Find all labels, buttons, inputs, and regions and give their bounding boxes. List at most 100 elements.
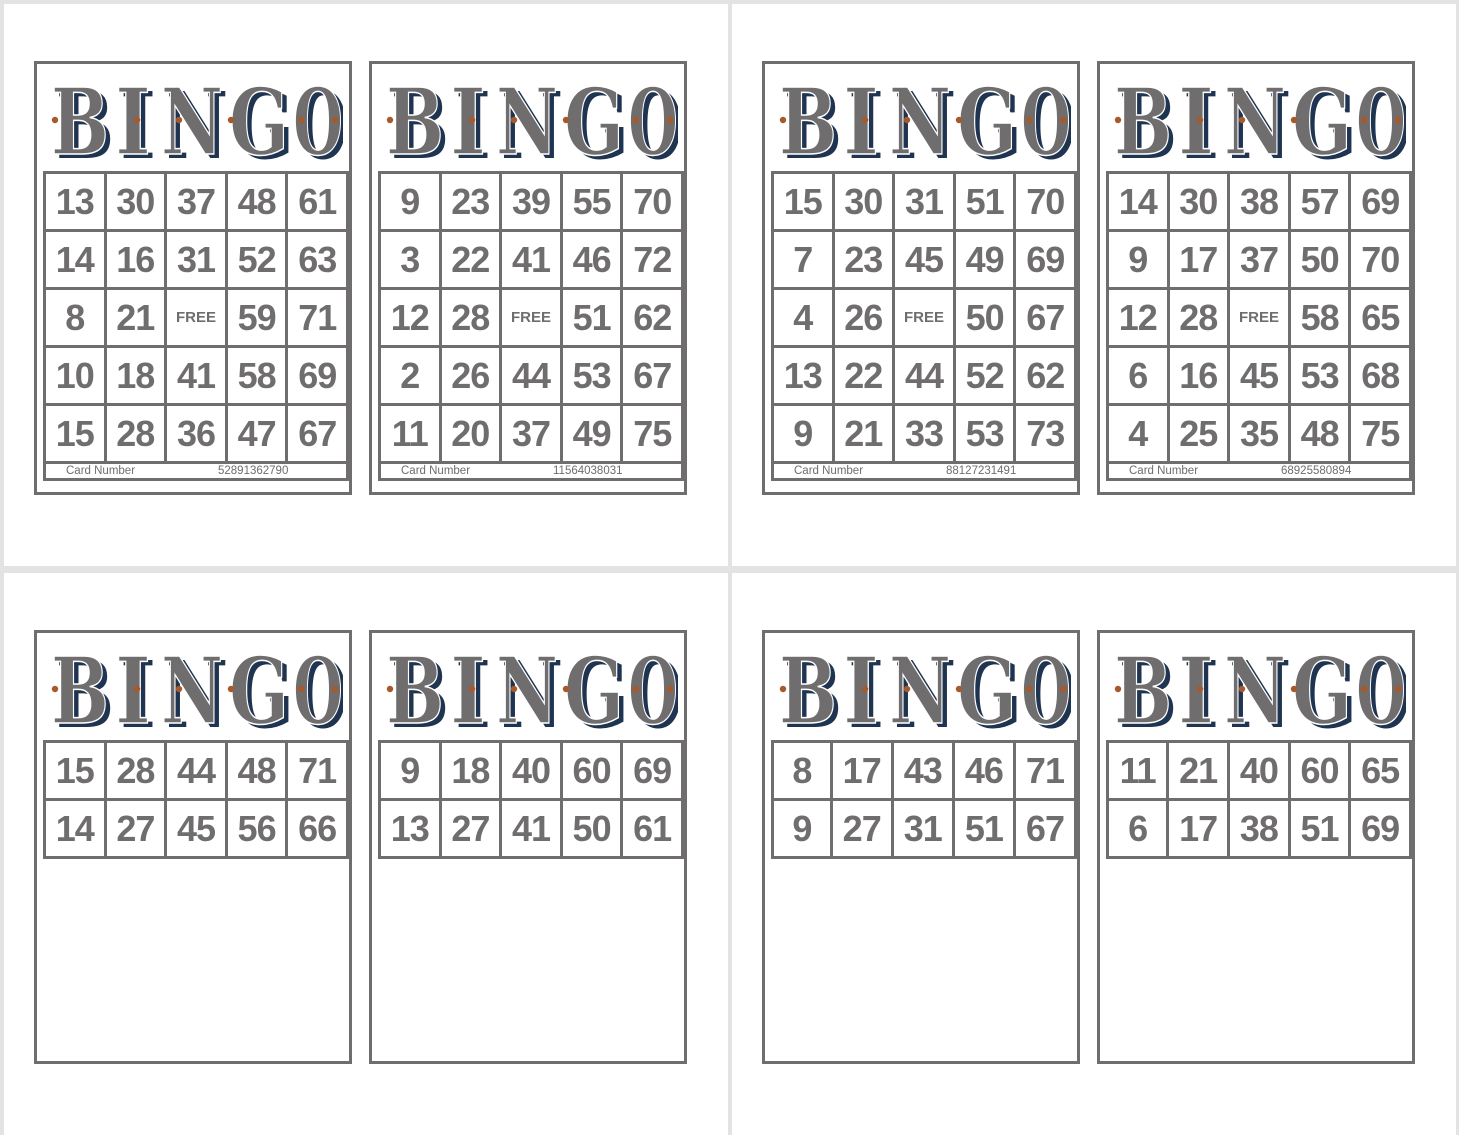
number-cell: 48 [1287,403,1352,464]
number-cell: 21 [831,403,896,464]
number-cell: 31 [890,798,955,859]
number-cell: 47 [224,403,289,464]
number-cell: 13 [771,345,835,406]
number-cell: 61 [285,171,349,232]
decor-dot-icon [632,116,640,124]
grid-row: 2 26 44 53 67 [378,345,684,406]
bingo-title: BBIINNGGOO [771,72,1071,172]
decor-dot-icon [133,685,141,693]
bingo-grid: 8 17 43 46 71 9 27 31 51 67 [771,740,1078,1066]
decor-dot-icon [1290,685,1298,693]
number-cell: 4 [1106,403,1170,464]
number-cell: 6 [1105,798,1170,859]
number-cell: 44 [164,740,228,801]
bingo-letter: N [496,72,558,172]
decor-dot-icon [1059,116,1067,124]
bingo-grid: 9 18 40 60 69 13 27 41 50 61 [378,740,684,1066]
decor-dot-icon [562,116,570,124]
number-cell: 69 [1013,229,1077,290]
number-cell: 8 [771,740,833,801]
number-cell: 51 [1287,798,1352,859]
bingo-letter: G [229,641,289,741]
decor-dot-icon [1394,685,1402,693]
number-cell: 35 [1227,403,1291,464]
number-cell: 9 [771,798,833,859]
number-cell: 50 [1287,229,1352,290]
number-cell: 44 [499,345,563,406]
number-cell: 21 [1166,740,1231,801]
card-number-value: 88127231491 [946,465,1017,477]
number-cell: 39 [499,171,563,232]
free-space: FREE [164,287,228,348]
page: BBIINNGGOO13303748611416315263821FREE597… [4,4,728,566]
decor-dot-icon [861,685,869,693]
number-cell: 16 [103,229,168,290]
decor-dot-icon [51,685,59,693]
number-cell: 22 [438,229,503,290]
number-cell: 40 [1227,740,1291,801]
number-cell: 60 [1287,740,1352,801]
number-cell: 75 [620,403,684,464]
grid-row: 11 20 37 49 75 [378,403,684,464]
number-cell: 28 [438,287,503,348]
number-cell: 17 [1166,229,1231,290]
number-cell: 44 [892,345,956,406]
grid-row: 14 16 31 52 63 [43,229,349,290]
grid-row: 6 16 45 53 68 [1106,345,1412,406]
number-cell: 41 [499,798,563,859]
bingo-letter: I [843,641,879,741]
bingo-letter: I [450,72,486,172]
number-cell: 58 [1287,287,1352,348]
decor-dot-icon [1360,685,1368,693]
card-footer-cell: Card Number 52891362790 [43,461,349,481]
page: BBIINNGGOO15284448711427455666BBIINNGGOO… [4,573,728,1135]
number-cell: 40 [499,740,563,801]
decor-dot-icon [51,116,59,124]
number-cell: 16 [1166,345,1231,406]
decor-dot-icon [1290,116,1298,124]
number-cell: 62 [1013,345,1077,406]
number-cell: 21 [103,287,168,348]
number-cell: 66 [285,798,349,859]
number-cell: 69 [285,345,349,406]
number-cell: 49 [559,403,624,464]
decor-dot-icon [1238,685,1246,693]
decor-dot-icon [175,685,183,693]
bingo-letter: N [496,641,558,741]
bingo-title: BBIINNGGOO [43,641,343,741]
number-cell: 15 [771,171,835,232]
decor-dot-icon [1238,116,1246,124]
decor-dot-icon [1360,116,1368,124]
number-cell: 11 [378,403,442,464]
card-number-value: 68925580894 [1281,465,1352,477]
free-space: FREE [892,287,956,348]
decor-dot-icon [386,116,394,124]
number-cell: 22 [831,345,896,406]
number-cell: 69 [620,740,684,801]
bingo-letter: N [161,72,223,172]
number-cell: 11 [1105,740,1170,801]
grid-row: 14 27 45 56 66 [43,798,349,859]
card-number-label: Card Number [1129,465,1199,477]
number-cell: 67 [1013,287,1077,348]
bingo-card: BBIINNGGOO1121406065617385169 [1097,630,1415,1064]
card-number-label: Card Number [401,465,471,477]
bingo-letter: B [51,641,109,741]
bingo-title: BBIINNGGOO [771,641,1071,741]
number-cell: 51 [559,287,624,348]
decor-dot-icon [1394,116,1402,124]
number-cell: 31 [164,229,228,290]
decor-dot-icon [861,116,869,124]
card-footer-cell: Card Number 88127231491 [771,461,1077,481]
bingo-letter: G [1292,72,1352,172]
bingo-letter: B [779,72,837,172]
decor-dot-icon [779,116,787,124]
decor-dot-icon [468,116,476,124]
number-cell: 70 [620,171,684,232]
number-cell: 12 [1106,287,1170,348]
decor-dot-icon [468,685,476,693]
number-cell: 18 [438,740,503,801]
bingo-letter: I [115,72,151,172]
decor-dot-icon [227,116,235,124]
card-number-value: 52891362790 [218,465,289,477]
